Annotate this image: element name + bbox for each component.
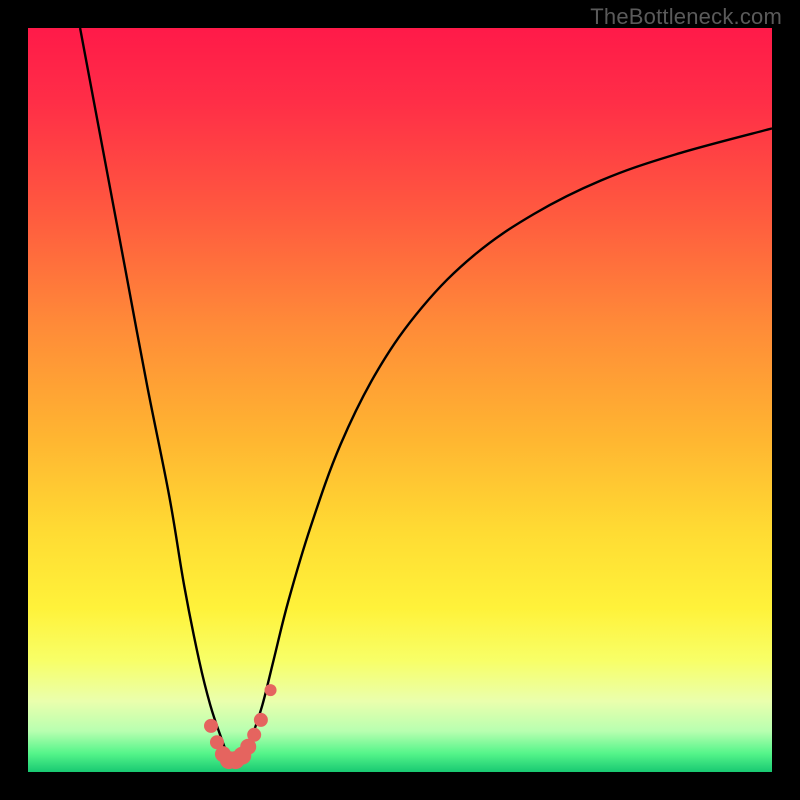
watermark-text: TheBottleneck.com	[590, 4, 782, 30]
highlight-marker	[204, 719, 218, 733]
chart-frame: TheBottleneck.com	[0, 0, 800, 800]
curve-layer	[28, 28, 772, 772]
highlight-marker	[247, 728, 261, 742]
bottleneck-curve	[80, 28, 772, 765]
plot-area	[28, 28, 772, 772]
highlight-marker	[265, 684, 277, 696]
highlight-marker	[254, 713, 268, 727]
